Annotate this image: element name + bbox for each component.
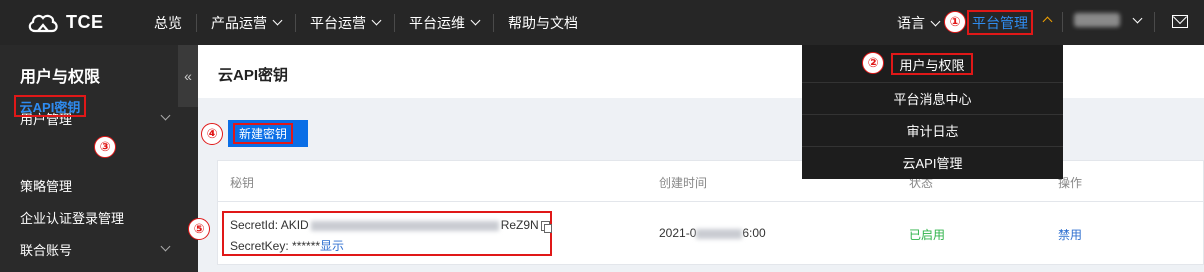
dropdown-item-message-center[interactable]: 平台消息中心 [802,82,1063,114]
divider [1062,12,1063,32]
platform-management-menu[interactable]: 平台管理 [967,10,1033,35]
logo[interactable]: TCE [0,12,140,34]
redacted-secret-id [310,220,499,231]
secret-id-line: SecretId: AKID ReZ9N [230,218,552,233]
secret-key-line: SecretKey: ******显示 [230,237,344,254]
page-title: 云API密钥 [218,67,289,84]
secret-id-suffix: ReZ9N [500,218,539,232]
new-key-button[interactable]: 新建密钥 [233,123,293,144]
nav-platform-operations-label: 平台运营 [310,14,366,31]
status-badge: 已启用 [909,228,946,242]
dropdown-item-users-permissions[interactable]: 用户与权限 [802,45,1063,77]
divider [218,201,1203,202]
callout-marker-5: ⑤ [188,218,210,240]
secret-id-prefix: SecretId: AKID [230,218,309,232]
redacted-username [1074,13,1120,27]
logo-text: TCE [66,12,104,32]
show-secret-key-link[interactable]: 显示 [320,239,344,253]
sidebar: 用户与权限 用户管理 策略管理 企业认证登录管理 联合账号 [0,45,178,272]
nav-help-docs[interactable]: 帮助与文档 [494,14,592,32]
cloud-logo-icon [28,14,58,32]
chevron-down-icon [160,110,171,121]
nav-overview-label: 总览 [154,14,182,31]
dropdown-item-api-management[interactable]: 云API管理 [802,146,1063,178]
callout-marker-1: ① [944,11,966,33]
language-label: 语言 [897,15,925,31]
chevron-up-icon [1042,16,1053,27]
nav-overview[interactable]: 总览 [140,13,197,32]
disable-key-link[interactable]: 禁用 [1058,226,1082,243]
sidebar-item-api-keys[interactable]: 云API密钥 [14,95,86,117]
copy-icon[interactable] [540,220,552,233]
top-navigation-bar: TCE 总览 产品运营 平台运营 平台运维 帮助与文档 语言 平台管理 [0,0,1204,45]
main-nav: 总览 产品运营 平台运营 平台运维 帮助与文档 [140,0,592,45]
chevron-down-icon [930,16,941,26]
platform-management-label: 平台管理 [972,14,1028,31]
sidebar-item-enterprise-sso[interactable]: 企业认证登录管理 [20,208,124,227]
redacted-date [696,228,743,239]
callout-marker-3: ③ [94,136,116,158]
sidebar-title: 用户与权限 [20,69,101,86]
nav-platform-maintenance[interactable]: 平台运维 [395,13,494,32]
user-menu[interactable] [1074,13,1143,27]
chevron-down-icon [470,15,481,26]
sidebar-item-policy-management[interactable]: 策略管理 [20,176,72,195]
callout-marker-2: ② [862,52,884,74]
created-time-prefix: 2021-0 [659,226,697,240]
nav-platform-maintenance-label: 平台运维 [409,14,465,31]
created-time-cell: 2021-0 6:00 [659,226,766,240]
nav-platform-operations[interactable]: 平台运营 [296,13,395,32]
chevron-down-icon [1132,13,1143,23]
table-header-key: 秘钥 [230,176,255,190]
nav-product-operations-label: 产品运营 [211,14,267,31]
nav-help-docs-label: 帮助与文档 [508,14,578,31]
platform-management-dropdown: 用户与权限 平台消息中心 审计日志 云API管理 [802,45,1063,179]
mail-icon[interactable] [1172,15,1188,28]
sidebar-item-federated-account[interactable]: 联合账号 [20,240,72,259]
secret-credentials-cell: SecretId: AKID ReZ9N SecretKey: ******显示 [222,211,552,256]
chevron-down-icon [272,15,283,26]
sidebar-collapse-button[interactable]: « [178,45,198,107]
chevron-down-icon [371,15,382,26]
language-menu[interactable]: 语言 [897,13,941,33]
dropdown-item-audit-log[interactable]: 审计日志 [802,114,1063,146]
chevron-down-icon [160,241,171,252]
dropdown-item-users-permissions-label: 用户与权限 [891,53,973,75]
secret-key-label: SecretKey: ****** [230,239,321,253]
divider [1154,12,1155,32]
sidebar-collapse-strip [178,107,198,272]
callout-marker-4: ④ [201,123,223,145]
nav-product-operations[interactable]: 产品运营 [197,13,296,32]
created-time-suffix: 6:00 [742,226,766,240]
table-header-created: 创建时间 [659,176,708,190]
